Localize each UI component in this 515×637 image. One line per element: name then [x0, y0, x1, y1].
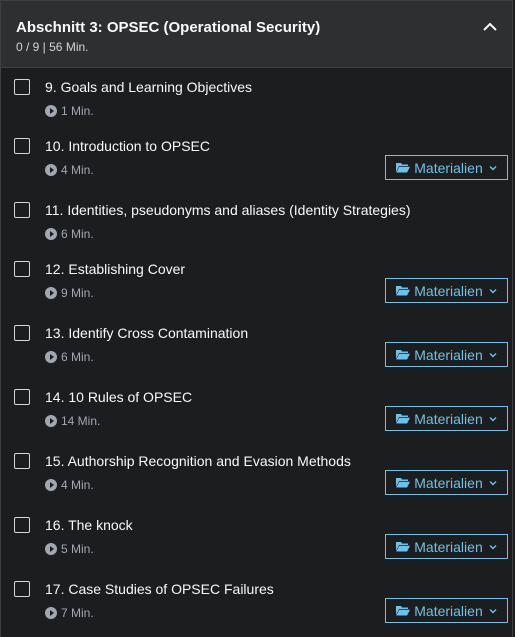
play-circle-icon: [45, 287, 57, 299]
play-circle-icon: [45, 543, 57, 555]
materials-button[interactable]: Materialien: [385, 598, 508, 623]
section-progress: 0 / 9 | 56 Min.: [16, 40, 89, 54]
duration-text: 14 Min.: [61, 414, 101, 428]
lecture-title: 11. Identities, pseudonyms and aliases (…: [45, 202, 411, 218]
chevron-down-icon: [489, 608, 497, 614]
duration-text: 6 Min.: [61, 350, 94, 364]
lecture-duration: 9 Min.: [45, 286, 94, 300]
lecture-duration: 6 Min.: [45, 350, 94, 364]
duration-text: 5 Min.: [61, 542, 94, 556]
lecture-title: 14. 10 Rules of OPSEC: [45, 389, 193, 405]
duration-text: 6 Min.: [61, 227, 94, 241]
lecture-title: 13. Identify Cross Contamination: [45, 325, 249, 341]
lecture-duration: 7 Min.: [45, 606, 94, 620]
lecture-duration: 6 Min.: [45, 227, 94, 241]
lecture-duration: 4 Min.: [45, 478, 94, 492]
play-circle-icon: [45, 607, 57, 619]
lecture-title: 17. Case Studies of OPSEC Failures: [45, 581, 274, 597]
lecture-duration: 14 Min.: [45, 414, 100, 428]
lecture-title: 15. Authorship Recognition and Evasion M…: [45, 453, 351, 469]
lecture-checkbox[interactable]: [14, 517, 30, 533]
folder-open-icon: [396, 605, 411, 616]
materials-label: Materialien: [414, 159, 483, 176]
lecture-item[interactable]: 10. Introduction to OPSEC 4 Min. Materiali…: [1, 127, 512, 191]
chevron-down-icon: [489, 288, 497, 294]
materials-label: Materialien: [414, 602, 483, 619]
materials-label: Materialien: [414, 410, 483, 427]
chevron-down-icon: [489, 165, 497, 171]
play-circle-icon: [45, 351, 57, 363]
lecture-title: 12. Establishing Cover: [45, 261, 186, 277]
lecture-item[interactable]: 9. Goals and Learning Objectives 1 Min.: [1, 68, 512, 132]
lecture-item[interactable]: 11. Identities, pseudonyms and aliases (…: [1, 191, 512, 255]
chevron-down-icon: [489, 544, 497, 550]
lecture-checkbox[interactable]: [14, 389, 30, 405]
lecture-checkbox[interactable]: [14, 325, 30, 341]
play-circle-icon: [45, 105, 57, 117]
lecture-title: 9. Goals and Learning Objectives: [45, 79, 253, 95]
folder-open-icon: [396, 413, 411, 424]
lecture-checkbox[interactable]: [14, 79, 30, 95]
lecture-item[interactable]: 17. Case Studies of OPSEC Failures 7 Min.…: [1, 570, 512, 634]
lecture-checkbox[interactable]: [14, 261, 30, 277]
section-title: Abschnitt 3: OPSEC (Operational Security…: [16, 19, 321, 36]
folder-open-icon: [396, 162, 411, 173]
lecture-duration: 4 Min.: [45, 163, 94, 177]
lecture-checkbox[interactable]: [14, 453, 30, 469]
course-section-panel: Abschnitt 3: OPSEC (Operational Security…: [0, 0, 513, 637]
lecture-duration: 5 Min.: [45, 542, 94, 556]
lecture-checkbox[interactable]: [14, 138, 30, 154]
lecture-checkbox[interactable]: [14, 581, 30, 597]
lecture-title: 10. Introduction to OPSEC: [45, 138, 210, 154]
play-circle-icon: [45, 228, 57, 240]
materials-button[interactable]: Materialien: [385, 470, 508, 495]
lecture-duration: 1 Min.: [45, 104, 94, 118]
folder-open-icon: [396, 477, 411, 488]
folder-open-icon: [396, 349, 411, 360]
section-header[interactable]: Abschnitt 3: OPSEC (Operational Security…: [1, 0, 512, 68]
materials-button[interactable]: Materialien: [385, 155, 508, 180]
duration-text: 9 Min.: [61, 286, 94, 300]
folder-open-icon: [396, 541, 411, 552]
lecture-item[interactable]: 12. Establishing Cover 9 Min. Materialien: [1, 250, 512, 314]
duration-text: 1 Min.: [61, 104, 94, 118]
chevron-down-icon: [489, 352, 497, 358]
chevron-up-icon[interactable]: [482, 21, 498, 33]
play-circle-icon: [45, 479, 57, 491]
materials-button[interactable]: Materialien: [385, 278, 508, 303]
materials-button[interactable]: Materialien: [385, 534, 508, 559]
play-circle-icon: [45, 415, 57, 427]
lecture-item[interactable]: 14. 10 Rules of OPSEC 14 Min. Materialien: [1, 378, 512, 442]
materials-label: Materialien: [414, 282, 483, 299]
duration-text: 4 Min.: [61, 163, 94, 177]
chevron-down-icon: [489, 416, 497, 422]
play-circle-icon: [45, 164, 57, 176]
lecture-checkbox[interactable]: [14, 202, 30, 218]
lecture-item[interactable]: 13. Identify Cross Contamination 6 Min. Ma…: [1, 314, 512, 378]
materials-button[interactable]: Materialien: [385, 342, 508, 367]
lecture-title: 16. The knock: [45, 517, 133, 533]
duration-text: 7 Min.: [61, 606, 94, 620]
materials-button[interactable]: Materialien: [385, 406, 508, 431]
duration-text: 4 Min.: [61, 478, 94, 492]
chevron-down-icon: [489, 480, 497, 486]
lecture-item[interactable]: 15. Authorship Recognition and Evasion M…: [1, 442, 512, 506]
materials-label: Materialien: [414, 474, 483, 491]
materials-label: Materialien: [414, 538, 483, 555]
materials-label: Materialien: [414, 346, 483, 363]
lecture-item[interactable]: 16. The knock 5 Min. Materialien: [1, 506, 512, 570]
folder-open-icon: [396, 285, 411, 296]
